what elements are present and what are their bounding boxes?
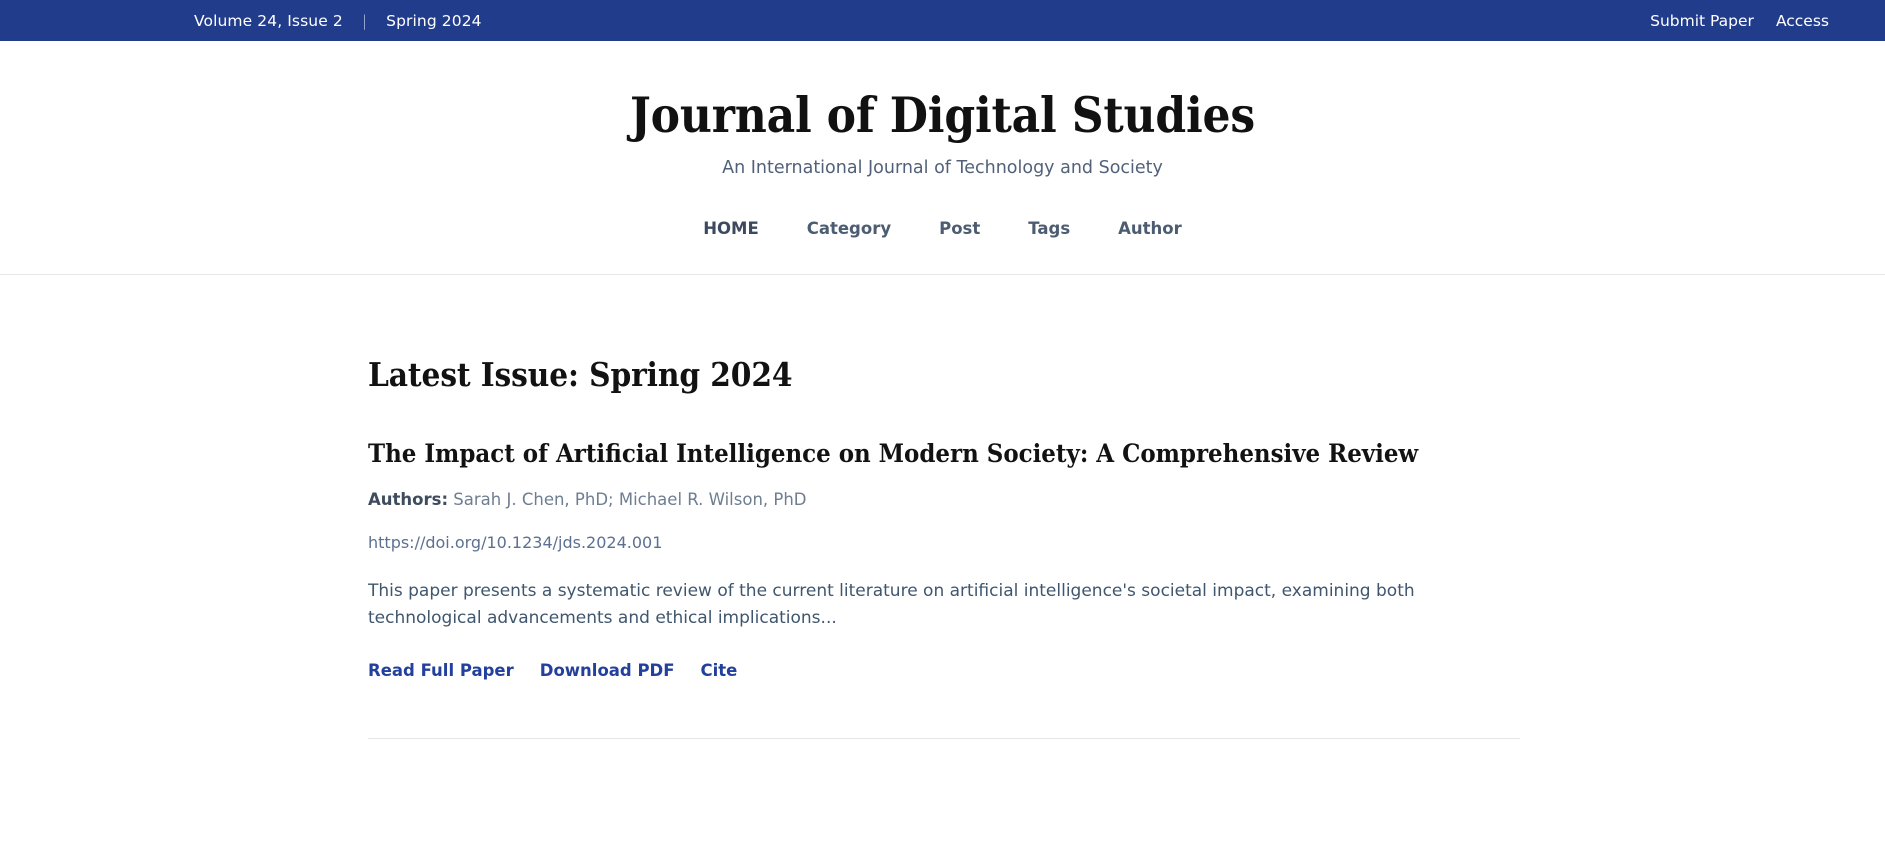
nav-item-author[interactable]: Author	[1094, 219, 1206, 238]
article-entry: The Impact of Artificial Intelligence on…	[368, 438, 1520, 739]
article-doi-link[interactable]: https://doi.org/10.1234/jds.2024.001	[368, 533, 662, 552]
volume-issue-label: Volume 24, Issue 2	[194, 11, 343, 30]
main-navigation: HOME Category Post Tags Author	[0, 219, 1885, 238]
cite-link[interactable]: Cite	[701, 661, 738, 680]
article-authors: Authors: Sarah J. Chen, PhD; Michael R. …	[368, 488, 1517, 511]
section-heading-latest-issue: Latest Issue: Spring 2024	[368, 354, 793, 394]
article-abstract: This paper presents a systematic review …	[368, 580, 1415, 629]
issue-info: Volume 24, Issue 2 | Spring 2024	[194, 12, 482, 30]
article-title[interactable]: The Impact of Artificial Intelligence on…	[368, 438, 1517, 471]
journal-subtitle: An International Journal of Technology a…	[722, 157, 1163, 178]
nav-item-category[interactable]: Category	[783, 219, 915, 238]
top-utility-bar: Volume 24, Issue 2 | Spring 2024 Submit …	[0, 0, 1885, 41]
access-link[interactable]: Access	[1776, 12, 1829, 30]
nav-item-post[interactable]: Post	[915, 219, 1004, 238]
download-pdf-link[interactable]: Download PDF	[540, 661, 675, 680]
topbar-separator: |	[361, 11, 368, 30]
authors-label: Authors:	[368, 489, 449, 509]
topbar-links: Submit Paper Access	[1650, 12, 1829, 30]
nav-item-home[interactable]: HOME	[679, 219, 783, 238]
authors-value: Sarah J. Chen, PhD; Michael R. Wilson, P…	[453, 489, 807, 509]
article-actions: Read Full Paper Download PDF Cite	[368, 661, 1517, 680]
nav-item-tags[interactable]: Tags	[1004, 219, 1094, 238]
site-masthead: Journal of Digital Studies An Internatio…	[0, 41, 1885, 275]
journal-title: Journal of Digital Studies	[629, 86, 1255, 144]
article-divider	[368, 738, 1520, 739]
submit-paper-link[interactable]: Submit Paper	[1650, 12, 1754, 30]
season-label: Spring 2024	[386, 11, 482, 30]
main-content: Latest Issue: Spring 2024 The Impact of …	[0, 275, 1885, 739]
read-full-paper-link[interactable]: Read Full Paper	[368, 661, 514, 680]
